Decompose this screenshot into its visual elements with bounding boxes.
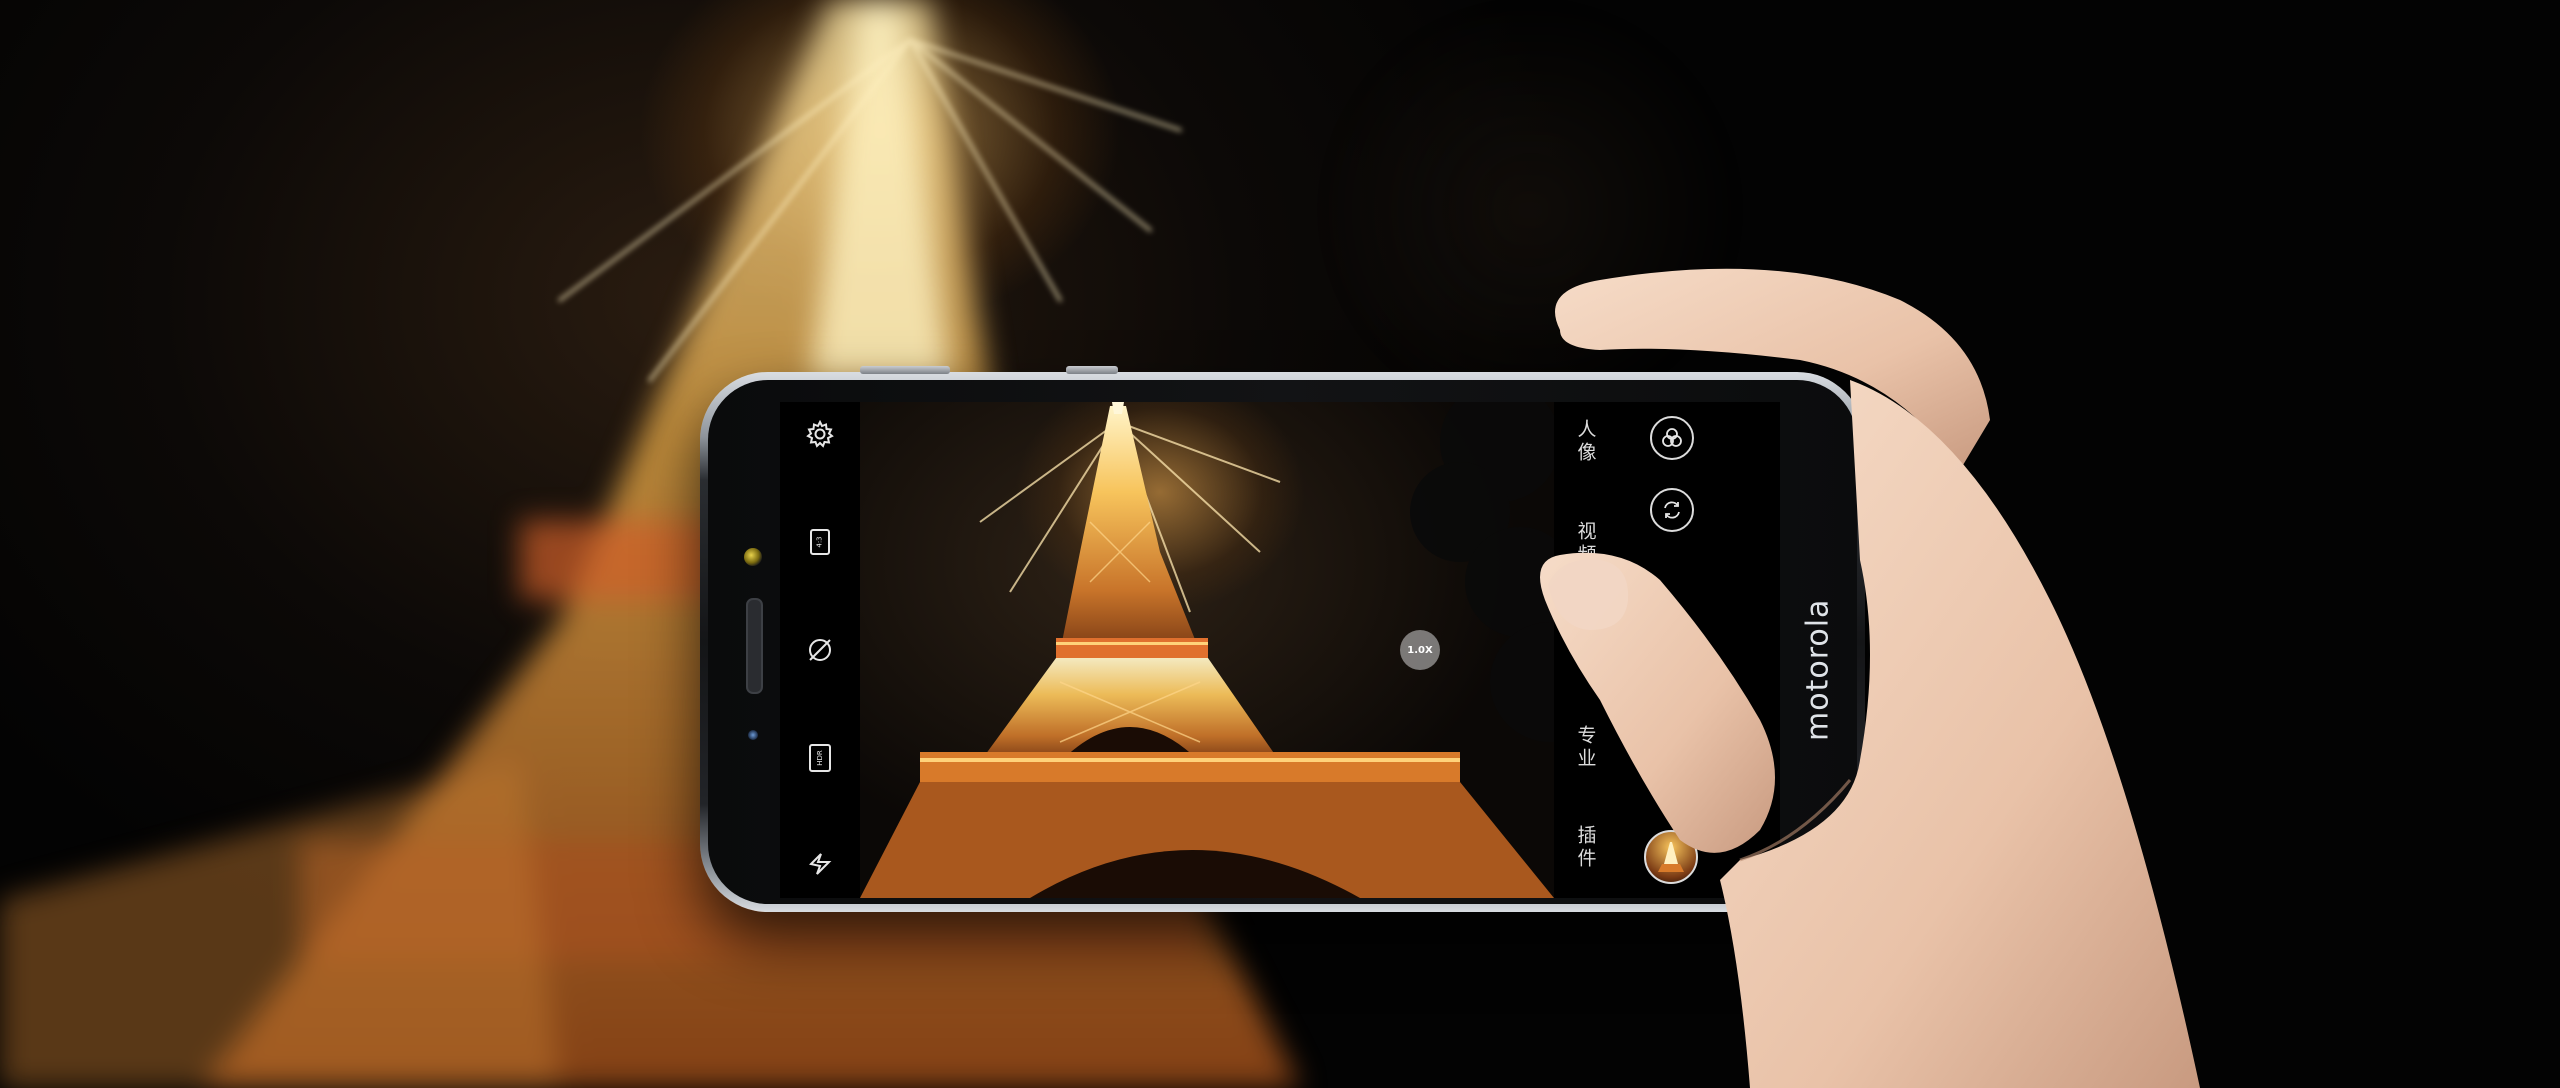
flash-auto-icon[interactable] — [804, 848, 836, 880]
hdr-icon[interactable]: HDR — [804, 742, 836, 774]
phone-body: 4:3 HDR 1.0X 人像 视频 拍照 专业 插件 motorola — [708, 380, 1857, 904]
aspect-ratio-label: 4:3 — [815, 536, 824, 548]
eiffel-tower-photo — [860, 402, 1554, 898]
camera-mode-bar: 人像 视频 拍照 专业 插件 — [1554, 402, 1780, 898]
mode-video[interactable]: 视频 — [1558, 514, 1614, 574]
switch-camera-icon[interactable] — [1650, 488, 1694, 532]
mode-pro[interactable]: 专业 — [1558, 718, 1614, 778]
zoom-level-button[interactable]: 1.0X — [1400, 630, 1440, 670]
mode-plugins[interactable]: 插件 — [1558, 818, 1614, 878]
phone-brand-logo: motorola — [1800, 598, 1836, 742]
smartphone: 4:3 HDR 1.0X 人像 视频 拍照 专业 插件 motorola — [700, 366, 1865, 912]
mode-portrait[interactable]: 人像 — [1558, 412, 1614, 472]
volume-button — [860, 366, 950, 374]
phone-screen: 4:3 HDR 1.0X 人像 视频 拍照 专业 插件 — [780, 402, 1780, 898]
gallery-thumbnail-icon[interactable] — [1644, 830, 1698, 884]
front-camera — [744, 548, 762, 566]
power-button — [1066, 366, 1118, 374]
mode-photo[interactable]: 拍照 — [1558, 616, 1614, 676]
proximity-sensor — [748, 730, 758, 740]
aspect-ratio-icon[interactable]: 4:3 — [804, 526, 836, 558]
timer-off-icon[interactable] — [804, 634, 836, 666]
product-scene: 4:3 HDR 1.0X 人像 视频 拍照 专业 插件 motorola — [0, 0, 2560, 1088]
settings-gear-icon[interactable] — [804, 418, 836, 450]
camera-viewfinder[interactable]: 1.0X — [860, 402, 1554, 898]
earpiece-speaker — [746, 598, 763, 694]
filters-icon[interactable] — [1650, 416, 1694, 460]
hdr-label: HDR — [816, 750, 824, 766]
camera-left-toolbar: 4:3 HDR — [780, 402, 860, 898]
background-foliage — [1320, 0, 1740, 420]
